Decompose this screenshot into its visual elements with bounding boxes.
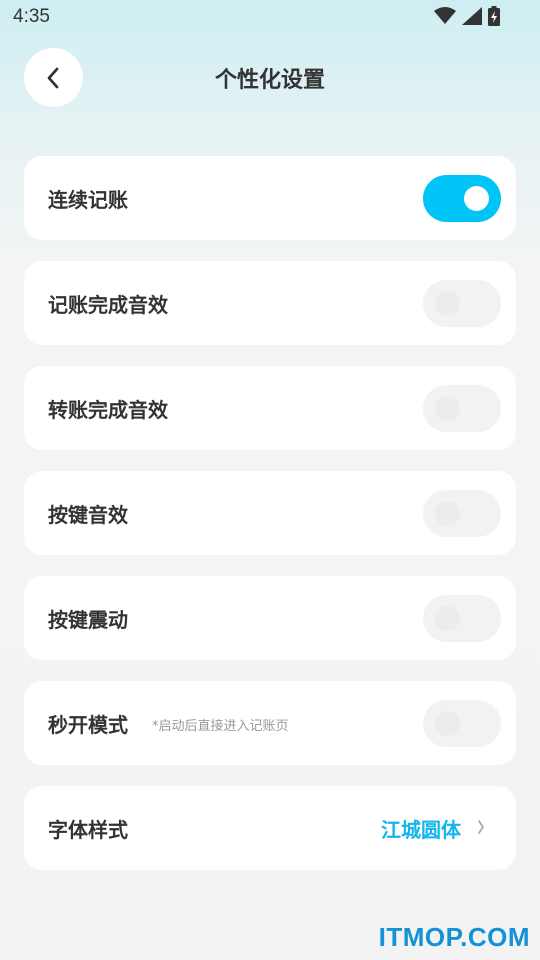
key-sound-toggle[interactable]: [423, 490, 501, 537]
booking-sound-toggle[interactable]: [423, 280, 501, 327]
quick-open-toggle[interactable]: [423, 700, 501, 747]
setting-label: 按键音效: [48, 502, 128, 527]
status-time: 4:35: [13, 6, 50, 27]
transfer-sound-toggle[interactable]: [423, 385, 501, 432]
key-vibration-toggle[interactable]: [423, 595, 501, 642]
toggle-knob: [435, 606, 460, 631]
setting-row-continuous-booking: 连续记账: [24, 156, 516, 240]
setting-row-font-style[interactable]: 字体样式 江城圆体: [24, 786, 516, 870]
setting-row-transfer-sound: 转账完成音效: [24, 366, 516, 450]
setting-row-key-sound: 按键音效: [24, 471, 516, 555]
setting-row-booking-sound: 记账完成音效: [24, 261, 516, 345]
battery-charging-icon: [488, 6, 500, 26]
toggle-knob: [435, 291, 460, 316]
setting-row-key-vibration: 按键震动: [24, 576, 516, 660]
chevron-right-icon: [478, 820, 484, 834]
setting-label: 秒开模式: [48, 712, 128, 737]
toggle-knob: [435, 396, 460, 421]
setting-sublabel: *启动后直接进入记账页: [152, 719, 289, 734]
toggle-knob: [435, 501, 460, 526]
setting-label: 连续记账: [48, 187, 128, 212]
continuous-booking-toggle[interactable]: [423, 175, 501, 222]
setting-label: 记账完成音效: [48, 292, 168, 317]
setting-label: 转账完成音效: [48, 397, 168, 422]
setting-label: 字体样式: [48, 817, 128, 842]
toggle-knob: [464, 186, 489, 211]
setting-row-quick-open: 秒开模式 *启动后直接进入记账页: [24, 681, 516, 765]
header: 个性化设置: [0, 48, 540, 108]
cellular-signal-icon: [462, 7, 482, 25]
status-icons: [434, 6, 500, 26]
toggle-knob: [435, 711, 460, 736]
watermark: ITMOP.COM: [378, 922, 530, 952]
page-title: 个性化设置: [214, 68, 325, 93]
font-style-value[interactable]: 江城圆体: [381, 814, 461, 843]
status-bar: 4:35: [0, 0, 540, 36]
wifi-icon: [434, 7, 456, 24]
settings-list: 连续记账 记账完成音效 转账完成音效 按键音效 按键震动 秒开模式 *启动后直接…: [24, 156, 516, 891]
setting-label: 按键震动: [48, 607, 128, 632]
